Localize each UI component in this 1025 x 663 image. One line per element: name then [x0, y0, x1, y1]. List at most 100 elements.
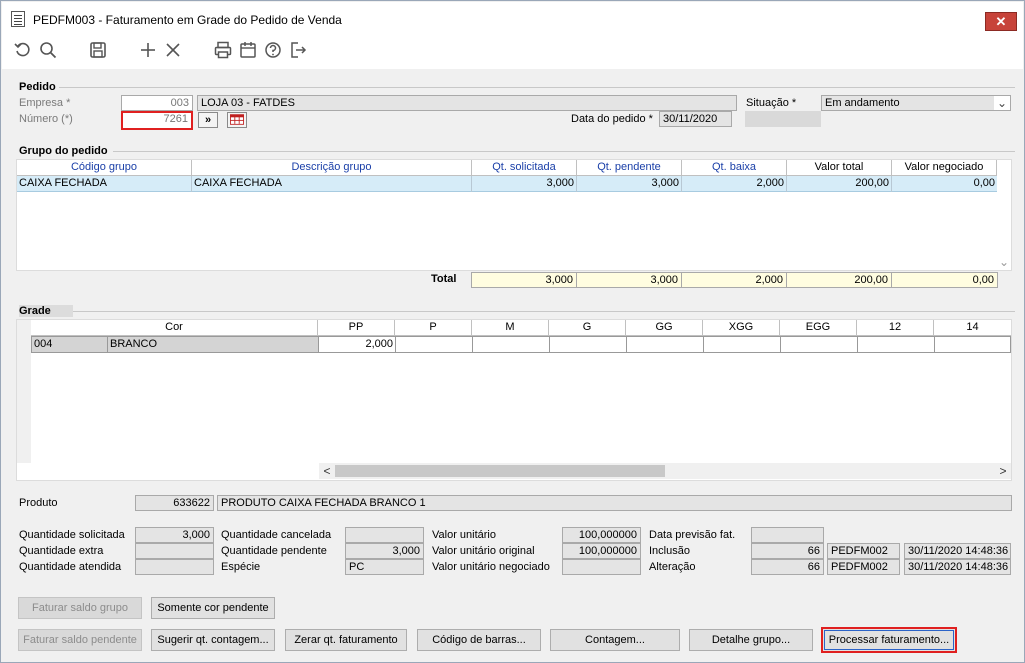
scrollbar-thumb[interactable] [335, 465, 665, 477]
situacao-select[interactable]: Em andamento [821, 95, 1011, 111]
scroll-right-icon[interactable]: > [997, 464, 1009, 478]
situacao-extra-field [745, 111, 821, 127]
data-pedido-field: 30/11/2020 [659, 111, 732, 127]
situacao-label: Situação * [746, 97, 797, 109]
print-icon[interactable] [212, 39, 234, 61]
zerar-qt-faturamento-button[interactable]: Zerar qt. faturamento [285, 629, 407, 651]
row-cor-code: 004 [31, 336, 108, 353]
valor-unitario-label: Valor unitário [432, 529, 496, 541]
faturar-saldo-grupo-button[interactable]: Faturar saldo grupo [18, 597, 142, 619]
codigo-de-barras-button[interactable]: Código de barras... [417, 629, 541, 651]
col-cor[interactable]: Cor [31, 320, 318, 336]
row-qty-gg[interactable] [626, 336, 704, 353]
divider [113, 151, 1015, 152]
row-qty-g[interactable] [549, 336, 627, 353]
app-window: PEDFM003 - Faturamento em Grade do Pedid… [0, 0, 1025, 663]
somente-cor-pendente-button[interactable]: Somente cor pendente [151, 597, 275, 619]
row-qty-12[interactable] [857, 336, 935, 353]
row-qty-14[interactable] [934, 336, 1011, 353]
window-title: PEDFM003 - Faturamento em Grade do Pedid… [33, 13, 342, 27]
processar-faturamento-button[interactable]: Processar faturamento... [821, 627, 957, 653]
exit-icon[interactable] [287, 39, 309, 61]
col-valor-total[interactable]: Valor total [787, 160, 892, 176]
row-qty-pp[interactable]: 2,000 [318, 336, 396, 353]
col-p[interactable]: P [395, 320, 472, 336]
empresa-label: Empresa * [19, 97, 71, 109]
total-valor-negociado: 0,00 [891, 272, 998, 288]
document-icon [11, 11, 25, 27]
save-icon[interactable] [87, 39, 109, 61]
row-qty-egg[interactable] [780, 336, 858, 353]
especie-field: PC [345, 559, 424, 575]
row-qty-xgg[interactable] [703, 336, 781, 353]
add-icon[interactable] [137, 39, 159, 61]
row-codigo: CAIXA FECHADA [17, 176, 192, 192]
divider [59, 87, 1015, 88]
row-qt-baixa: 2,000 [682, 176, 787, 192]
valor-unitario-original-field: 100,000000 [562, 543, 641, 559]
produto-label: Produto [19, 497, 58, 509]
sugerir-qt-contagem-button[interactable]: Sugerir qt. contagem... [151, 629, 275, 651]
col-qt-baixa[interactable]: Qt. baixa [682, 160, 787, 176]
valor-unitario-field: 100,000000 [562, 527, 641, 543]
col-qt-solicitada[interactable]: Qt. solicitada [472, 160, 577, 176]
data-pedido-label: Data do pedido * [571, 113, 653, 125]
col-14[interactable]: 14 [934, 320, 1011, 336]
scroll-down-icon[interactable]: ⌄ [998, 255, 1010, 269]
search-icon[interactable] [37, 39, 59, 61]
row-valor-negociado: 0,00 [973, 177, 995, 189]
col-descricao-grupo[interactable]: Descrição grupo [192, 160, 472, 176]
numero-field[interactable]: 7261 [121, 111, 193, 130]
row-cor-name: BRANCO [107, 336, 319, 353]
qt-solicitada-field: 3,000 [135, 527, 214, 543]
qt-pendente-label: Quantidade pendente [221, 545, 327, 557]
row-indicator-column [17, 320, 31, 463]
help-icon[interactable] [262, 39, 284, 61]
row-qty-p[interactable] [395, 336, 473, 353]
col-valor-negociado[interactable]: Valor negociado [892, 160, 997, 176]
undo-icon[interactable] [12, 39, 34, 61]
col-m[interactable]: M [472, 320, 549, 336]
inclusao-datetime-field: 30/11/2020 14:48:36 [904, 543, 1011, 559]
col-pp[interactable]: PP [318, 320, 395, 336]
col-gg[interactable]: GG [626, 320, 703, 336]
qt-solicitada-label: Quantidade solicitada [19, 529, 125, 541]
close-button[interactable]: ✕ [985, 12, 1017, 31]
calendar-lookup-button[interactable] [227, 112, 247, 128]
data-previsao-field [751, 527, 824, 543]
inclusao-num-field: 66 [751, 543, 824, 559]
contagem-button[interactable]: Contagem... [550, 629, 680, 651]
alteracao-label: Alteração [649, 561, 696, 573]
qt-extra-label: Quantidade extra [19, 545, 104, 557]
scroll-left-icon[interactable]: < [321, 464, 333, 478]
alteracao-num-field: 66 [751, 559, 824, 575]
col-xgg[interactable]: XGG [703, 320, 780, 336]
row-qty-m[interactable] [472, 336, 550, 353]
row-valor-total: 200,00 [787, 176, 892, 192]
chevron-down-icon[interactable]: ⌄ [994, 96, 1010, 110]
qt-pendente-field: 3,000 [345, 543, 424, 559]
go-button[interactable]: » [198, 112, 218, 128]
divider [73, 311, 1015, 312]
col-codigo-grupo[interactable]: Código grupo [17, 160, 192, 176]
col-g[interactable]: G [549, 320, 626, 336]
valor-unitario-negociado-label: Valor unitário negociado [432, 561, 550, 573]
delete-icon[interactable] [162, 39, 184, 61]
empresa-code-field[interactable]: 003 [121, 95, 193, 111]
qt-cancelada-field [345, 527, 424, 543]
calendar-grid-icon [230, 114, 244, 125]
toolbar [2, 33, 1023, 69]
detalhe-grupo-button[interactable]: Detalhe grupo... [689, 629, 813, 651]
col-egg[interactable]: EGG [780, 320, 857, 336]
produto-code-field: 633622 [135, 495, 214, 511]
col-qt-pendente[interactable]: Qt. pendente [577, 160, 682, 176]
section-grupo: Grupo do pedido [19, 145, 108, 157]
especie-label: Espécie [221, 561, 261, 573]
col-12[interactable]: 12 [857, 320, 934, 336]
section-grade: Grade [19, 305, 73, 317]
faturar-saldo-pendente-button[interactable]: Faturar saldo pendente [18, 629, 142, 651]
data-previsao-label: Data previsão fat. [649, 529, 736, 541]
total-label: Total [431, 273, 457, 285]
calendar-icon[interactable] [237, 39, 259, 61]
total-valor-total: 200,00 [786, 272, 892, 288]
